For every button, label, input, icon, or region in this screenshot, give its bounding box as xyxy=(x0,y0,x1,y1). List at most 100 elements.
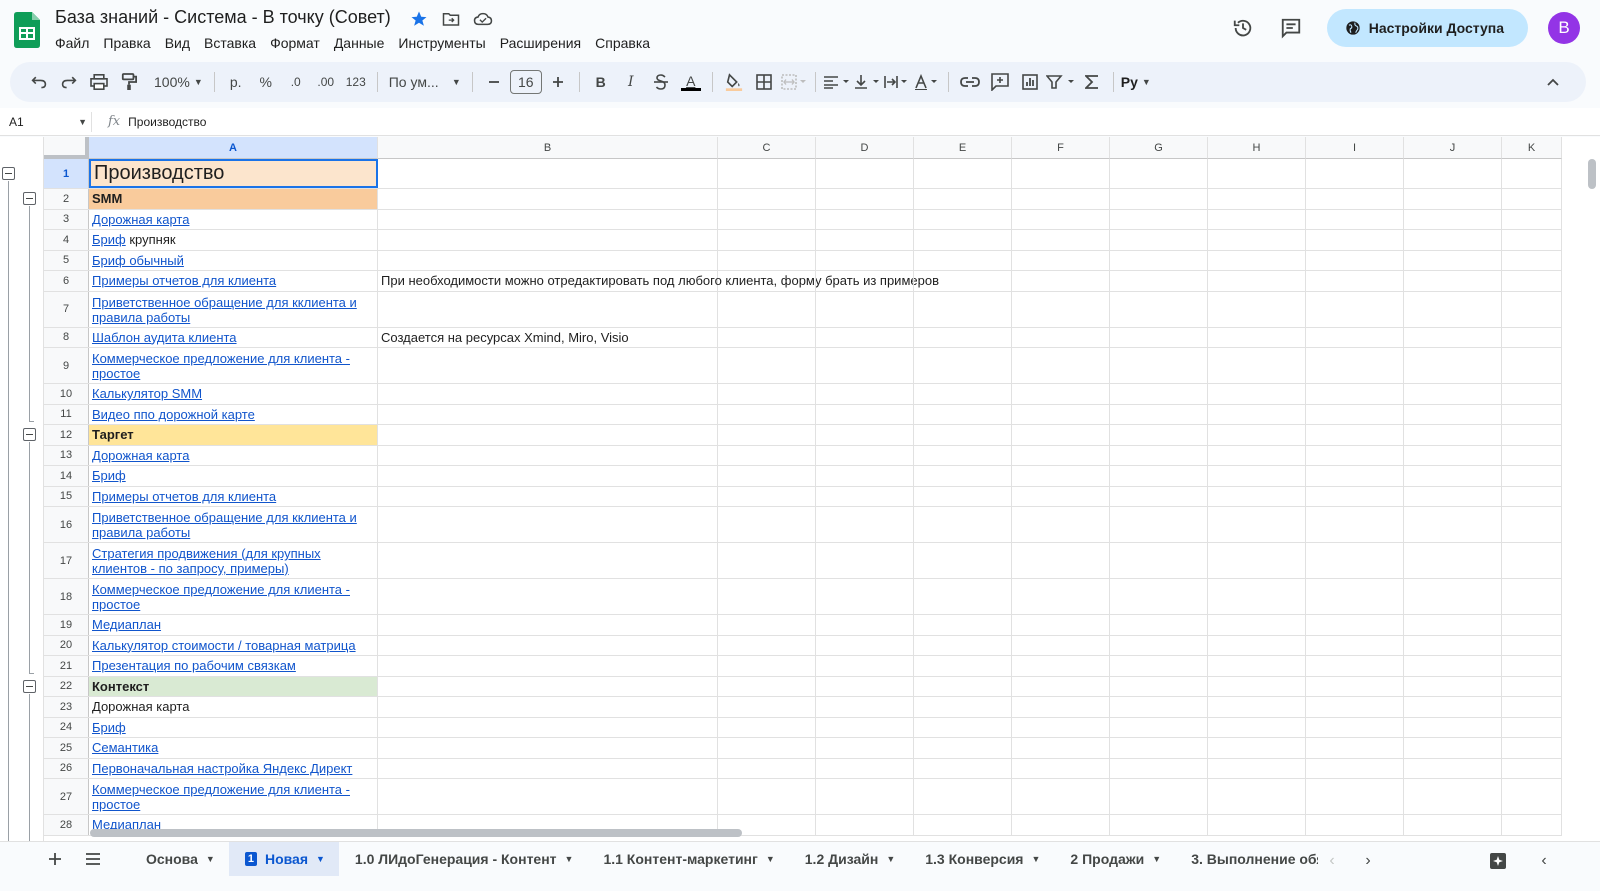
cell-d19[interactable] xyxy=(816,615,914,635)
row-header[interactable]: 14 xyxy=(44,466,89,486)
cell-g18[interactable] xyxy=(1110,579,1208,614)
cell-d28[interactable] xyxy=(816,815,914,835)
cell-d21[interactable] xyxy=(816,656,914,676)
row-header[interactable]: 24 xyxy=(44,717,89,737)
cell-d27[interactable] xyxy=(816,779,914,814)
cell-e6[interactable] xyxy=(914,271,1012,291)
cell-h19[interactable] xyxy=(1208,615,1306,635)
cell-c21[interactable] xyxy=(718,656,816,676)
cell-d8[interactable] xyxy=(816,327,914,347)
cell-b13[interactable] xyxy=(378,445,718,465)
cell-k8[interactable] xyxy=(1502,327,1562,347)
cell-j17[interactable] xyxy=(1404,543,1502,578)
cell-f6[interactable] xyxy=(1012,271,1110,291)
cell-k17[interactable] xyxy=(1502,543,1562,578)
cell-a22[interactable]: Контекст xyxy=(89,676,378,696)
menu-data[interactable]: Данные xyxy=(327,33,392,53)
cell-j13[interactable] xyxy=(1404,445,1502,465)
cell-j16[interactable] xyxy=(1404,507,1502,542)
cell-c17[interactable] xyxy=(718,543,816,578)
cell-link[interactable]: Бриф обычный xyxy=(92,253,184,268)
cell-i17[interactable] xyxy=(1306,543,1404,578)
cell-f28[interactable] xyxy=(1012,815,1110,835)
column-header-f[interactable]: F xyxy=(1012,137,1110,159)
cell-h28[interactable] xyxy=(1208,815,1306,835)
cell-j27[interactable] xyxy=(1404,779,1502,814)
cell-e20[interactable] xyxy=(914,635,1012,655)
cell-h16[interactable] xyxy=(1208,507,1306,542)
cell-d11[interactable] xyxy=(816,404,914,424)
menu-view[interactable]: Вид xyxy=(158,33,197,53)
cell-a20[interactable]: Калькулятор стоимости / товарная матрица xyxy=(89,635,378,655)
cell-b9[interactable] xyxy=(378,348,718,383)
cell-h17[interactable] xyxy=(1208,543,1306,578)
cell-b27[interactable] xyxy=(378,779,718,814)
cell-j5[interactable] xyxy=(1404,250,1502,270)
cell-e8[interactable] xyxy=(914,327,1012,347)
cell-j24[interactable] xyxy=(1404,717,1502,737)
cell-k20[interactable] xyxy=(1502,635,1562,655)
cell-k25[interactable] xyxy=(1502,738,1562,758)
cell-a3[interactable]: Дорожная карта xyxy=(89,209,378,229)
cell-link[interactable]: Бриф xyxy=(92,468,126,483)
chevron-down-icon[interactable]: ▼ xyxy=(565,854,574,864)
column-header-h[interactable]: H xyxy=(1208,137,1306,159)
filter-icon[interactable] xyxy=(1045,68,1076,96)
cell-k26[interactable] xyxy=(1502,758,1562,778)
cell-i16[interactable] xyxy=(1306,507,1404,542)
cell-f8[interactable] xyxy=(1012,327,1110,347)
row-header[interactable]: 21 xyxy=(44,656,89,676)
cell-a10[interactable]: Калькулятор SMM xyxy=(89,384,378,404)
cell-link[interactable]: Бриф xyxy=(92,720,126,735)
cell-j6[interactable] xyxy=(1404,271,1502,291)
cell-j20[interactable] xyxy=(1404,635,1502,655)
decrease-font-size-button[interactable] xyxy=(480,68,508,96)
strikethrough-icon[interactable] xyxy=(647,68,675,96)
cell-i2[interactable] xyxy=(1306,189,1404,209)
star-icon[interactable] xyxy=(409,9,429,29)
cell-k2[interactable] xyxy=(1502,189,1562,209)
cell-a9[interactable]: Коммерческое предложение для клиента - п… xyxy=(89,348,378,383)
cell-j9[interactable] xyxy=(1404,348,1502,383)
cell-f4[interactable] xyxy=(1012,230,1110,250)
chevron-down-icon[interactable]: ▼ xyxy=(1031,854,1040,864)
cell-link[interactable]: Калькулятор SMM xyxy=(92,386,202,401)
cell-link[interactable]: Дорожная карта xyxy=(92,448,189,463)
cell-g28[interactable] xyxy=(1110,815,1208,835)
scroll-tabs-right-icon[interactable]: › xyxy=(1356,849,1380,873)
cell-i27[interactable] xyxy=(1306,779,1404,814)
cell-f10[interactable] xyxy=(1012,384,1110,404)
horizontal-align-icon[interactable] xyxy=(823,68,851,96)
cell-h24[interactable] xyxy=(1208,717,1306,737)
cell-a12[interactable]: Таргет xyxy=(89,425,378,445)
input-tools-button[interactable]: Pу ▼ xyxy=(1121,68,1151,96)
cell-j7[interactable] xyxy=(1404,291,1502,327)
cell-a23[interactable]: Дорожная карта xyxy=(89,697,378,717)
row-header[interactable]: 15 xyxy=(44,486,89,506)
cell-g26[interactable] xyxy=(1110,758,1208,778)
cell-b2[interactable] xyxy=(378,189,718,209)
cell-d9[interactable] xyxy=(816,348,914,383)
borders-icon[interactable] xyxy=(750,68,778,96)
text-wrap-icon[interactable] xyxy=(883,68,911,96)
cell-e18[interactable] xyxy=(914,579,1012,614)
menu-edit[interactable]: Правка xyxy=(96,33,157,53)
cell-h12[interactable] xyxy=(1208,425,1306,445)
column-header-e[interactable]: E xyxy=(914,137,1012,159)
menu-file[interactable]: Файл xyxy=(48,33,96,53)
cell-i18[interactable] xyxy=(1306,579,1404,614)
italic-button[interactable]: I xyxy=(617,68,645,96)
share-button[interactable]: Настройки Доступа xyxy=(1326,9,1528,47)
cell-d18[interactable] xyxy=(816,579,914,614)
text-color-button[interactable]: A xyxy=(677,68,705,96)
cell-g3[interactable] xyxy=(1110,209,1208,229)
cell-d3[interactable] xyxy=(816,209,914,229)
row-header[interactable]: 28 xyxy=(44,815,89,835)
row-header[interactable]: 11 xyxy=(44,404,89,424)
cell-g21[interactable] xyxy=(1110,656,1208,676)
cell-a24[interactable]: Бриф xyxy=(89,717,378,737)
sheet-tab[interactable]: 1 Новая ▼ xyxy=(228,842,339,876)
cell-f15[interactable] xyxy=(1012,486,1110,506)
cell-h23[interactable] xyxy=(1208,697,1306,717)
cell-b18[interactable] xyxy=(378,579,718,614)
